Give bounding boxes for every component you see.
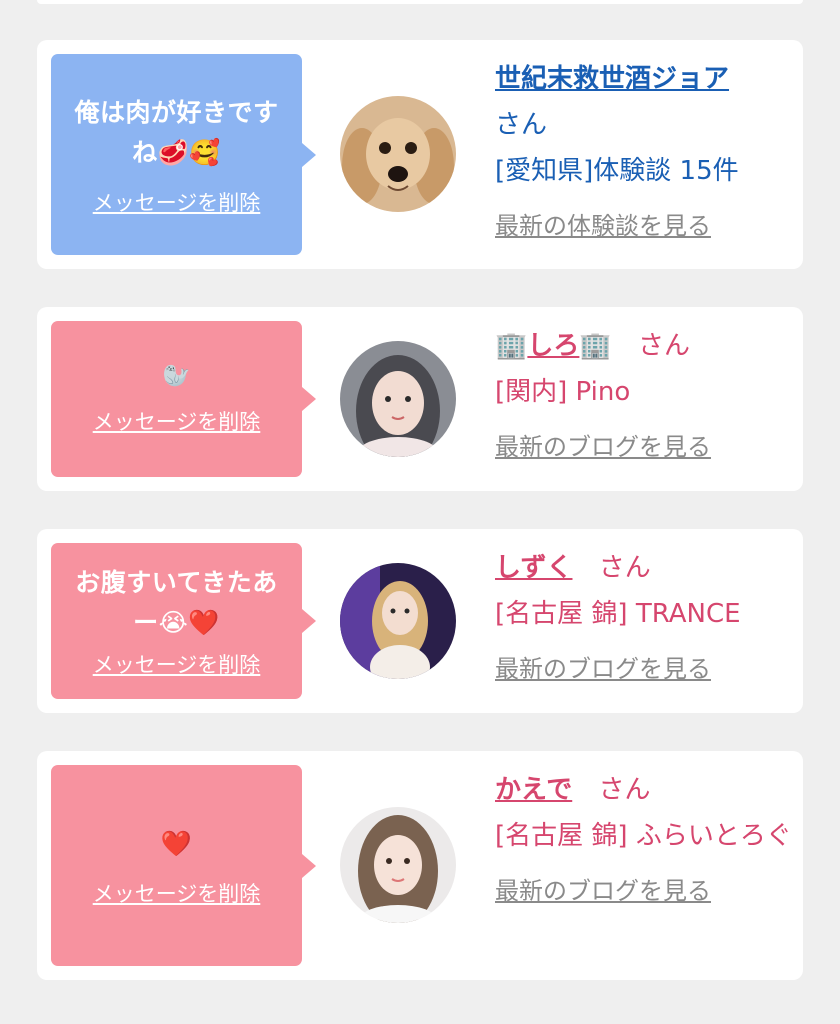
user-detail: [愛知県]体験談 15件 [495, 156, 739, 186]
woman-avatar-icon [340, 563, 456, 679]
message-bubble: 🦭 メッセージを削除 [51, 321, 316, 477]
message-bubble: お腹すいてきたあー😭❤️ メッセージを削除 [51, 543, 316, 699]
user-name-link[interactable]: かえで [495, 775, 572, 805]
message-text: ❤️ [160, 828, 193, 858]
user-name-link[interactable]: しずく [495, 553, 572, 583]
favorite-card: お腹すいてきたあー😭❤️ メッセージを削除 しずく さん [名古屋 錦] TRA… [37, 529, 803, 713]
honorific: さん [638, 331, 691, 361]
latest-post-link[interactable]: 最新のブログを見る [495, 427, 711, 462]
avatar[interactable] [340, 807, 456, 923]
latest-post-link[interactable]: 最新の体験談を見る [495, 206, 711, 241]
user-info: しずく さん [名古屋 錦] TRANCE 最新のブログを見る [495, 545, 795, 684]
delete-message-link[interactable]: メッセージを削除 [93, 406, 261, 436]
favorite-card: 🦭 メッセージを削除 🏢しろ🏢 さん [関内] Pino 最新のブログを見る [37, 307, 803, 491]
user-name-link[interactable]: 世紀末救世酒ジョア [495, 64, 729, 94]
user-info: 🏢しろ🏢 さん [関内] Pino 最新のブログを見る [495, 323, 795, 462]
user-info: 世紀末救世酒ジョア さん [愛知県]体験談 15件 最新の体験談を見る [495, 56, 795, 241]
user-detail: [関内] Pino [495, 377, 631, 407]
favorite-card: ❤️ メッセージを削除 かえで さん [名古屋 錦] ふらいとろぐ 最新のブログ… [37, 751, 803, 980]
previous-card-edge [37, 0, 803, 4]
avatar[interactable] [340, 563, 456, 679]
user-name-link[interactable]: しろ [527, 331, 579, 361]
user-detail: [名古屋 錦] TRANCE [495, 599, 741, 629]
building-icon: 🏢 [579, 331, 612, 361]
message-text: 俺は肉が好きですね🥩🥰 [74, 97, 279, 167]
honorific: さん [598, 553, 651, 583]
latest-post-link[interactable]: 最新のブログを見る [495, 871, 711, 906]
dog-avatar-icon [340, 96, 456, 212]
user-detail: [名古屋 錦] ふらいとろぐ [495, 821, 792, 851]
avatar[interactable] [340, 96, 456, 212]
favorite-card: 俺は肉が好きですね🥩🥰 メッセージを削除 世紀末救世酒ジョア さん [愛知県]体… [37, 40, 803, 269]
delete-message-link[interactable]: メッセージを削除 [93, 187, 261, 217]
woman-avatar-icon [340, 807, 456, 923]
latest-post-link[interactable]: 最新のブログを見る [495, 649, 711, 684]
message-text: お腹すいてきたあー😭❤️ [75, 568, 278, 637]
honorific: さん [495, 110, 548, 140]
user-info: かえで さん [名古屋 錦] ふらいとろぐ 最新のブログを見る [495, 767, 795, 906]
delete-message-link[interactable]: メッセージを削除 [93, 649, 261, 679]
message-text: 🦭 [162, 364, 191, 389]
delete-message-link[interactable]: メッセージを削除 [93, 878, 261, 908]
message-bubble: 俺は肉が好きですね🥩🥰 メッセージを削除 [51, 54, 316, 255]
avatar[interactable] [340, 341, 456, 457]
building-icon: 🏢 [495, 331, 528, 361]
message-bubble: ❤️ メッセージを削除 [51, 765, 316, 966]
honorific: さん [598, 775, 651, 805]
woman-avatar-icon [340, 341, 456, 457]
